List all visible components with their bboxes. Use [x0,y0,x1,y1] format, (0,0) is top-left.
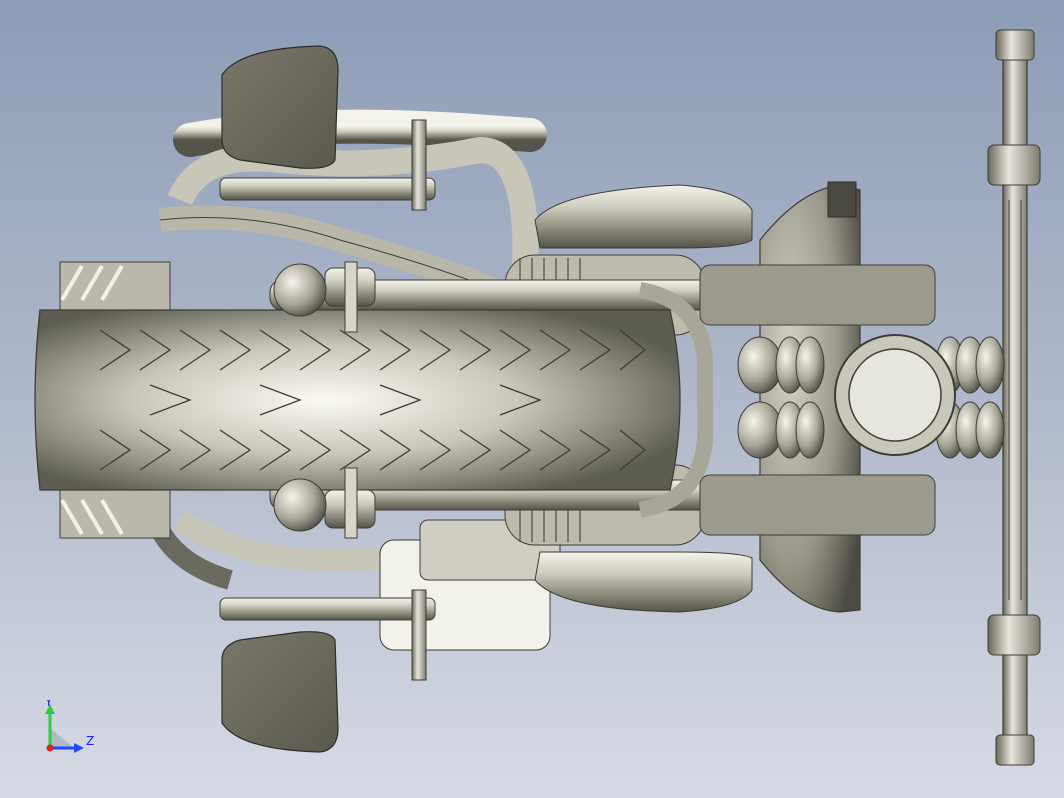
front-suspension[interactable] [699,264,1005,536]
axis-triad: Y Z [44,700,94,753]
triad-plane [50,728,74,748]
z-axis-label: Z [86,734,94,748]
y-axis-label: Y [44,700,53,709]
z-axis-arrow [74,743,84,753]
handlebar[interactable] [987,29,1041,766]
cad-viewport[interactable]: Y Z [0,0,1064,798]
x-axis-origin [46,744,54,752]
motorcycle-model[interactable] [0,0,1064,798]
